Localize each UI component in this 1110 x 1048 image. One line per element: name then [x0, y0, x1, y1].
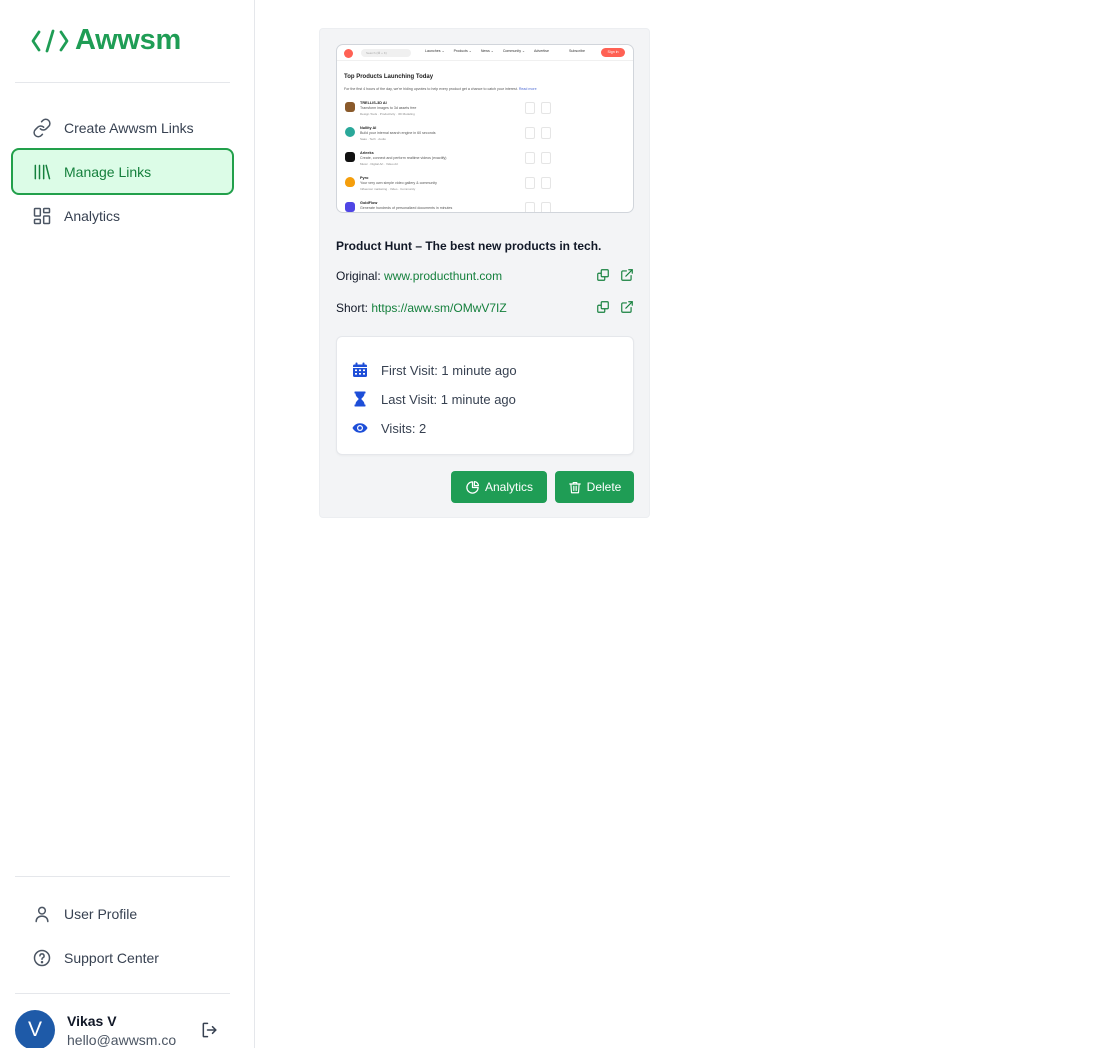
preview-signin: Sign in — [601, 48, 625, 57]
sidebar-divider-user — [15, 993, 230, 994]
sidebar-divider-top — [15, 82, 230, 83]
sidebar: Awwsm Create Awwsm Links Manage Links An… — [0, 0, 255, 1048]
first-visit-stat: First Visit: 1 minute ago — [352, 362, 517, 378]
short-url-row: Short: https://aww.sm/OMwV7IZ — [336, 299, 634, 317]
app-root: Awwsm Create Awwsm Links Manage Links An… — [0, 0, 1110, 1048]
sidebar-item-support-center[interactable]: Support Center — [11, 934, 234, 981]
visits-text: Visits: 2 — [381, 420, 427, 436]
user-icon — [32, 904, 52, 924]
sidebar-item-label: Analytics — [64, 207, 121, 224]
code-brackets-icon — [31, 28, 69, 54]
analytics-button-label: Analytics — [484, 480, 534, 494]
sidebar-item-label: Support Center — [64, 949, 159, 966]
short-url-link[interactable]: https://aww.sm/OMwV7IZ — [371, 301, 506, 315]
sidebar-item-create-links[interactable]: Create Awwsm Links — [11, 104, 234, 151]
brand-logo[interactable]: Awwsm — [31, 24, 181, 57]
preview-heading: Top Products Launching Today — [344, 74, 434, 80]
original-url-label: Original: — [336, 269, 381, 283]
original-url-link[interactable]: www.producthunt.com — [384, 269, 502, 283]
page-preview-thumbnail[interactable]: Search (⌘ + K) Launches ⌄ Products ⌄ News … — [336, 44, 634, 213]
preview-item: Arleeks Create, connect and perform real… — [344, 151, 628, 173]
preview-item: Pyro Your very own simple video gallery … — [344, 176, 628, 198]
preview-intro: For the first 4 hours of the day, we're … — [344, 87, 537, 91]
sidebar-item-user-profile[interactable]: User Profile — [11, 890, 234, 937]
link-title: Product Hunt – The best new products in … — [336, 239, 602, 253]
external-link-icon[interactable] — [620, 268, 634, 282]
original-url-row: Original: www.producthunt.com — [336, 267, 634, 285]
copy-icon[interactable] — [596, 300, 610, 314]
short-url-label: Short: — [336, 301, 369, 315]
link-icon — [32, 118, 52, 138]
preview-item-icon — [345, 127, 355, 137]
preview-header: Search (⌘ + K) Launches ⌄ Products ⌄ News … — [337, 45, 633, 61]
user-email: hello@awwsm.co — [67, 1032, 177, 1048]
delete-button-label: Delete — [586, 480, 622, 494]
short-url-text: Short: https://aww.sm/OMwV7IZ — [336, 301, 507, 315]
preview-item-icon — [345, 177, 355, 187]
preview-subscribe: Subscribe — [569, 49, 585, 53]
preview-item-icon — [345, 202, 355, 212]
copy-icon[interactable] — [596, 268, 610, 282]
hourglass-icon — [352, 391, 368, 407]
user-card: V Vikas V hello@awwsm.co — [15, 1010, 230, 1048]
preview-search: Search (⌘ + K) — [361, 49, 411, 57]
delete-button[interactable]: Delete — [555, 471, 634, 503]
producthunt-logo-icon — [344, 49, 353, 58]
dashboard-icon — [32, 206, 52, 226]
last-visit-stat: Last Visit: 1 minute ago — [352, 391, 516, 407]
analytics-button[interactable]: Analytics — [451, 471, 547, 503]
link-card: Search (⌘ + K) Launches ⌄ Products ⌄ News … — [319, 28, 650, 518]
sidebar-item-label: User Profile — [64, 905, 138, 922]
calendar-icon — [352, 362, 368, 378]
preview-item: TRELLIS-3D AI Transform images to 3d ass… — [344, 101, 628, 123]
brand-name: Awwsm — [75, 24, 181, 56]
visit-stats-panel: First Visit: 1 minute ago Last Visit: 1 … — [336, 336, 634, 455]
pie-chart-icon — [465, 480, 480, 495]
preview-item-icon — [345, 152, 355, 162]
eye-icon — [352, 420, 368, 436]
help-circle-icon — [32, 948, 52, 968]
preview-item-icon — [345, 102, 355, 112]
sidebar-divider-bottom — [15, 876, 230, 877]
logout-icon[interactable] — [200, 1020, 220, 1040]
last-visit-text: Last Visit: 1 minute ago — [381, 391, 516, 407]
library-icon — [32, 162, 52, 182]
user-name: Vikas V — [67, 1013, 117, 1029]
external-link-icon[interactable] — [620, 300, 634, 314]
preview-item: Nullity AI Build your internal search en… — [344, 126, 628, 148]
avatar[interactable]: V — [15, 1010, 55, 1048]
trash-icon — [568, 480, 582, 495]
original-url-text: Original: www.producthunt.com — [336, 269, 502, 283]
visits-stat: Visits: 2 — [352, 420, 426, 436]
sidebar-item-manage-links[interactable]: Manage Links — [11, 148, 234, 195]
preview-item: GoldFlow Generate hundreds of personaliz… — [344, 201, 628, 212]
first-visit-text: First Visit: 1 minute ago — [381, 362, 517, 378]
sidebar-item-label: Manage Links — [64, 163, 152, 180]
sidebar-item-analytics[interactable]: Analytics — [11, 192, 234, 239]
preview-nav: Launches ⌄ Products ⌄ News ⌄ Community ⌄ Adv… — [425, 49, 549, 53]
sidebar-item-label: Create Awwsm Links — [64, 119, 194, 136]
